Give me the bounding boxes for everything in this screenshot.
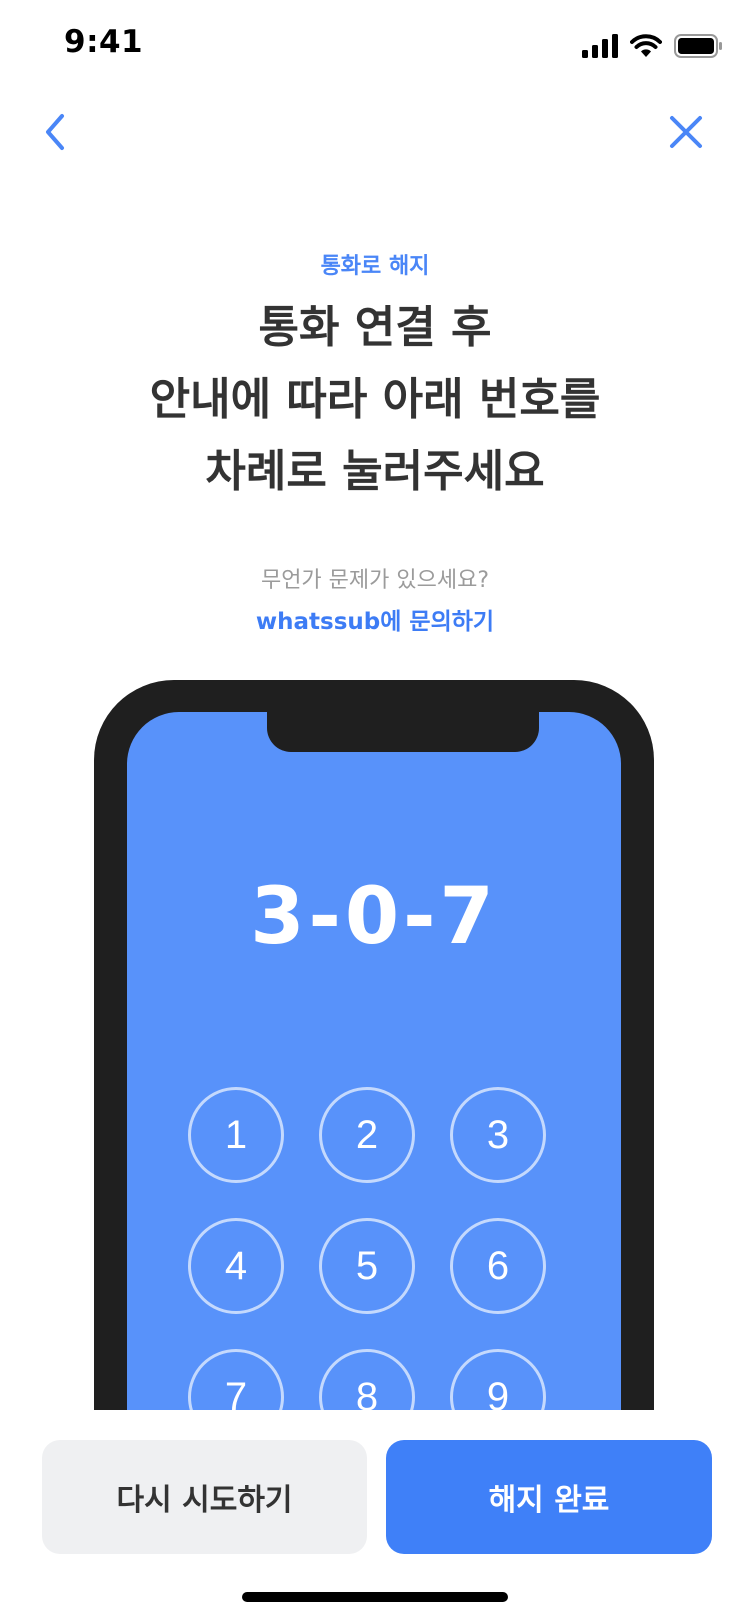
close-icon bbox=[670, 116, 702, 148]
phone-notch bbox=[267, 712, 539, 752]
page-title: 통화 연결 후 안내에 따라 아래 번호를 차례로 눌러주세요 bbox=[0, 292, 750, 508]
phone-illustration: 3-0-7 1 2 3 4 5 6 7 8 9 bbox=[0, 670, 750, 1410]
phone-frame: 3-0-7 1 2 3 4 5 6 7 8 9 bbox=[94, 680, 654, 1410]
back-button[interactable] bbox=[38, 108, 78, 156]
keypad-key: 6 bbox=[450, 1218, 546, 1314]
title-line: 차례로 눌러주세요 bbox=[205, 446, 545, 497]
keypad-key: 9 bbox=[450, 1349, 546, 1410]
keypad-key: 8 bbox=[319, 1349, 415, 1410]
keypad-key: 2 bbox=[319, 1087, 415, 1183]
keypad-key: 4 bbox=[188, 1218, 284, 1314]
section-eyebrow: 통화로 해지 bbox=[320, 254, 430, 279]
status-bar: 9:41 bbox=[0, 0, 750, 96]
keypad-key: 7 bbox=[188, 1349, 284, 1410]
contact-support-link[interactable]: whatssub에 문의하기 bbox=[0, 602, 750, 636]
cancellation-complete-button[interactable]: 해지 완료 bbox=[386, 1440, 712, 1554]
chevron-left-icon bbox=[46, 114, 64, 150]
cellular-signal-icon bbox=[582, 34, 618, 58]
retry-button[interactable]: 다시 시도하기 bbox=[42, 1440, 367, 1554]
dial-code: 3-0-7 bbox=[250, 872, 498, 962]
wifi-icon bbox=[630, 34, 662, 57]
status-time: 9:41 bbox=[64, 24, 144, 60]
home-indicator bbox=[242, 1592, 508, 1602]
battery-icon bbox=[674, 34, 722, 58]
close-button[interactable] bbox=[664, 110, 708, 154]
keypad-key: 5 bbox=[319, 1218, 415, 1314]
keypad-key: 1 bbox=[188, 1087, 284, 1183]
keypad-key: 3 bbox=[450, 1087, 546, 1183]
title-line: 안내에 따라 아래 번호를 bbox=[149, 374, 601, 425]
help-question: 무언가 문제가 있으세요? bbox=[260, 568, 490, 593]
status-icons bbox=[582, 30, 722, 62]
title-line: 통화 연결 후 bbox=[258, 302, 492, 353]
phone-screen: 3-0-7 1 2 3 4 5 6 7 8 9 bbox=[127, 712, 621, 1410]
